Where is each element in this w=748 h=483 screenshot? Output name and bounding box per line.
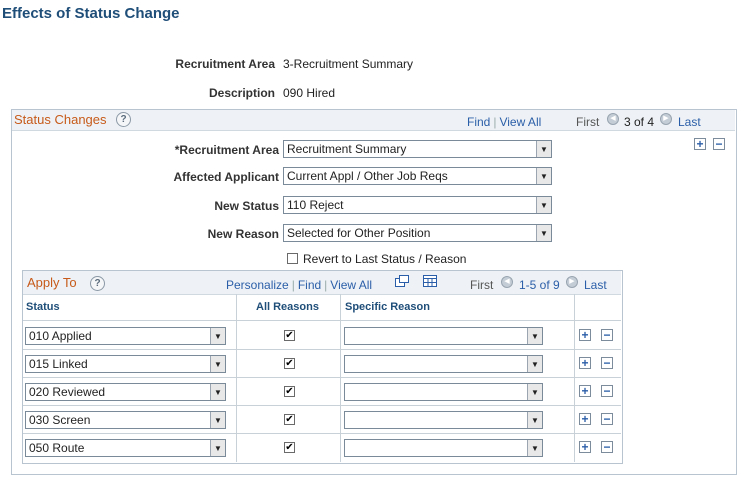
status-select[interactable]: 015 Linked ▼ (25, 355, 226, 373)
new-status-select[interactable]: 110 Reject ▼ (283, 196, 552, 214)
page-title: Effects of Status Change (2, 5, 180, 22)
chevron-down-icon: ▼ (536, 225, 551, 241)
chevron-down-icon: ▼ (527, 440, 542, 456)
previous-icon[interactable]: ◀ (501, 276, 513, 288)
new-status-label: New Status (214, 199, 279, 213)
chevron-down-icon: ▼ (527, 356, 542, 372)
add-row-icon[interactable]: + (579, 357, 591, 369)
delete-row-icon[interactable]: − (601, 385, 613, 397)
apply-to-help-icon[interactable]: ? (90, 276, 105, 291)
status-select[interactable]: 020 Reviewed ▼ (25, 383, 226, 401)
row-divider (23, 320, 621, 321)
new-window-icon[interactable] (395, 275, 409, 290)
recruitment-area-value: 3-Recruitment Summary (283, 57, 414, 71)
specific-reason-select[interactable]: ▼ (344, 439, 543, 457)
status-select[interactable]: 010 Applied ▼ (25, 327, 226, 345)
apply-to-title: Apply To (27, 275, 77, 290)
specific-reason-select[interactable]: ▼ (344, 355, 543, 373)
status-value: 050 Route (29, 441, 85, 455)
chevron-down-icon: ▼ (527, 328, 542, 344)
chevron-down-icon: ▼ (210, 328, 225, 344)
revert-checkbox[interactable] (287, 253, 298, 264)
new-reason-label: New Reason (207, 227, 279, 241)
sc-recruitment-area-label: *Recruitment Area (174, 143, 279, 157)
chevron-down-icon: ▼ (210, 412, 225, 428)
all-reasons-checkbox[interactable]: ✔ (284, 414, 295, 425)
specific-reason-select[interactable]: ▼ (344, 383, 543, 401)
status-changes-last-link[interactable]: Last (678, 115, 701, 129)
row-divider (23, 405, 621, 406)
status-value: 015 Linked (29, 357, 88, 371)
status-select[interactable]: 050 Route ▼ (25, 439, 226, 457)
chevron-down-icon: ▼ (536, 141, 551, 157)
specific-reason-select[interactable]: ▼ (344, 411, 543, 429)
row-divider (23, 433, 621, 434)
apply-to-range: 1-5 of 9 (519, 278, 560, 292)
delete-row-icon[interactable]: − (713, 138, 725, 150)
status-changes-nav: Find | View All (467, 115, 541, 129)
all-reasons-checkbox[interactable]: ✔ (284, 330, 295, 341)
status-select[interactable]: 030 Screen ▼ (25, 411, 226, 429)
description-value: 090 Hired (283, 86, 336, 100)
status-value: 030 Screen (29, 413, 91, 427)
chevron-down-icon: ▼ (527, 384, 542, 400)
all-reasons-checkbox[interactable]: ✔ (284, 442, 295, 453)
next-icon[interactable]: ▶ (566, 276, 578, 288)
chevron-down-icon: ▼ (210, 356, 225, 372)
apply-to-nav: Personalize | Find | View All (226, 278, 372, 292)
download-grid-icon[interactable] (423, 275, 437, 290)
next-icon[interactable]: ▶ (660, 113, 672, 125)
add-row-icon[interactable]: + (694, 138, 706, 150)
new-reason-value: Selected for Other Position (287, 226, 431, 240)
new-status-value: 110 Reject (287, 198, 344, 212)
affected-applicant-value: Current Appl / Other Job Reqs (287, 169, 448, 183)
add-row-icon[interactable]: + (579, 329, 591, 341)
status-changes-title: Status Changes (14, 112, 107, 127)
status-value: 010 Applied (29, 329, 92, 343)
personalize-link[interactable]: Personalize (226, 278, 289, 292)
delete-row-icon[interactable]: − (601, 413, 613, 425)
status-changes-position: 3 of 4 (624, 115, 655, 129)
status-changes-help-icon[interactable]: ? (116, 112, 131, 127)
chevron-down-icon: ▼ (210, 384, 225, 400)
all-reasons-checkbox[interactable]: ✔ (284, 386, 295, 397)
status-changes-first-label: First (576, 115, 600, 129)
status-value: 020 Reviewed (29, 385, 106, 399)
sc-recruitment-area-select[interactable]: Recruitment Summary ▼ (283, 140, 552, 158)
revert-label: Revert to Last Status / Reason (303, 252, 467, 266)
chevron-down-icon: ▼ (536, 197, 551, 213)
row-divider (23, 377, 621, 378)
column-header-status[interactable]: Status (26, 301, 60, 313)
previous-icon[interactable]: ◀ (607, 113, 619, 125)
add-row-icon[interactable]: + (579, 385, 591, 397)
apply-to-last-link[interactable]: Last (584, 278, 607, 292)
delete-row-icon[interactable]: − (601, 357, 613, 369)
nav-separator: | (291, 278, 295, 292)
chevron-down-icon: ▼ (527, 412, 542, 428)
sc-recruitment-area-value: Recruitment Summary (287, 142, 407, 156)
row-divider (23, 349, 621, 350)
chevron-down-icon: ▼ (536, 168, 551, 184)
delete-row-icon[interactable]: − (601, 441, 613, 453)
chevron-down-icon: ▼ (210, 440, 225, 456)
apply-to-first-label: First (470, 278, 494, 292)
description-label: Description (208, 86, 275, 100)
add-row-icon[interactable]: + (579, 413, 591, 425)
nav-separator: | (324, 278, 328, 292)
specific-reason-select[interactable]: ▼ (344, 327, 543, 345)
column-header-all-reasons[interactable]: All Reasons (256, 301, 319, 313)
apply-to-view-all-link[interactable]: View All (330, 278, 372, 292)
add-row-icon[interactable]: + (579, 441, 591, 453)
column-header-specific-reason[interactable]: Specific Reason (345, 301, 430, 313)
apply-to-find-link[interactable]: Find (298, 278, 321, 292)
delete-row-icon[interactable]: − (601, 329, 613, 341)
status-changes-view-all-link[interactable]: View All (499, 115, 541, 129)
status-changes-find-link[interactable]: Find (467, 115, 490, 129)
affected-applicant-select[interactable]: Current Appl / Other Job Reqs ▼ (283, 167, 552, 185)
all-reasons-checkbox[interactable]: ✔ (284, 358, 295, 369)
affected-applicant-label: Affected Applicant (173, 170, 279, 184)
new-reason-select[interactable]: Selected for Other Position ▼ (283, 224, 552, 242)
recruitment-area-label: Recruitment Area (175, 57, 275, 71)
